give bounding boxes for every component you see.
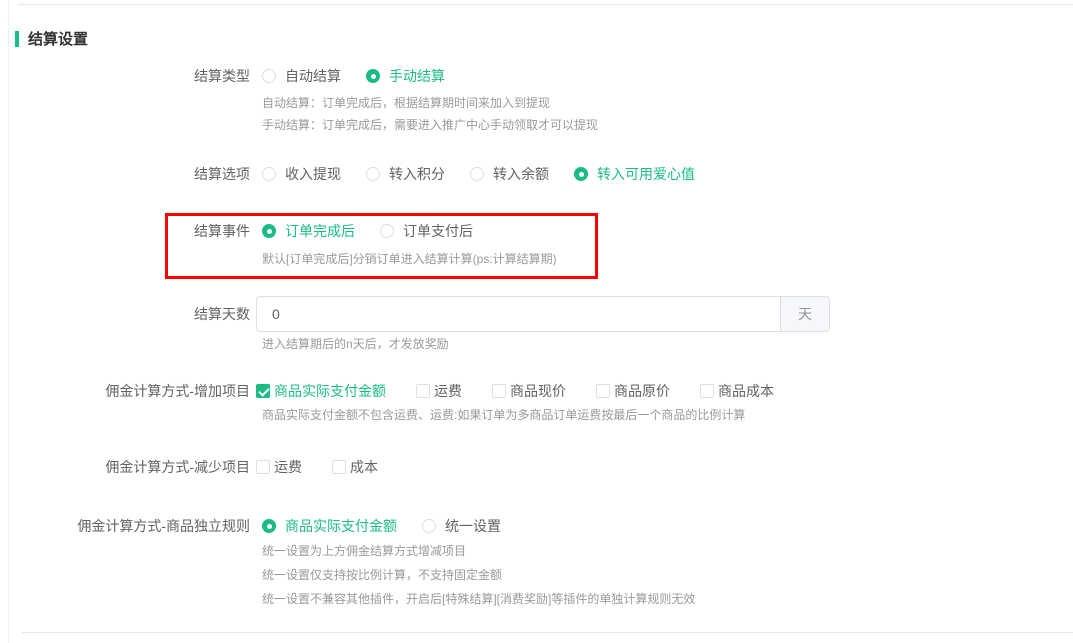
checkbox-minus-shipping-fee[interactable]: 运费: [256, 457, 302, 477]
settle-days-input[interactable]: [256, 296, 780, 332]
commission-product-rule-tips: 统一设置为上方佣金结算方式增减项目 统一设置仅支持按比例计算，不支持固定金额 统…: [262, 539, 695, 611]
days-input-wrapper: 天: [256, 296, 830, 332]
checkbox-unchecked-icon: [492, 384, 506, 398]
tip-line: 统一设置为上方佣金结算方式增减项目: [262, 539, 695, 563]
commission-add-label: 佣金计算方式-增加项目: [0, 381, 250, 401]
checkbox-product-cost[interactable]: 商品成本: [700, 381, 774, 401]
checkbox-shipping-fee-label: 运费: [434, 381, 462, 401]
radio-rule-actual-pay[interactable]: 商品实际支付金额: [262, 516, 397, 536]
radio-unchecked-icon: [366, 167, 380, 181]
checkbox-original-price-label: 商品原价: [614, 381, 670, 401]
radio-income-withdraw[interactable]: 收入提现: [262, 164, 341, 184]
tip-line: 默认[订单完成后]分销订单进入结算计算(ps:计算结算期): [262, 248, 557, 270]
commission-minus-label: 佣金计算方式-减少项目: [0, 457, 250, 477]
settlement-settings-page: 结算设置 结算类型 自动结算 手动结算 自动结算：订单完成后，根据结算期时间来加…: [0, 0, 1073, 643]
form-row-settle-type: 结算类型 自动结算 手动结算: [0, 66, 445, 86]
radio-rule-unified[interactable]: 统一设置: [422, 516, 501, 536]
radio-checked-icon: [262, 224, 276, 238]
tip-line: 商品实际支付金额不包含运费、运费:如果订单为多商品订单运费按最后一个商品的比例计…: [262, 404, 745, 426]
tip-line: 统一设置不兼容其他插件，开启后[特殊结算][消费奖励]等插件的单独计算规则无效: [262, 587, 695, 611]
tip-line: 手动结算：订单完成后，需要进入推广中心手动领取才可以提现: [262, 114, 598, 136]
radio-order-complete-label: 订单完成后: [285, 221, 355, 241]
checkbox-unchecked-icon: [416, 384, 430, 398]
form-row-settle-days: 结算天数 天: [0, 296, 830, 332]
checkbox-current-price-label: 商品现价: [510, 381, 566, 401]
settle-event-tip: 默认[订单完成后]分销订单进入结算计算(ps:计算结算期): [262, 248, 557, 270]
radio-checked-icon: [366, 69, 380, 83]
radio-to-balance-label: 转入余额: [493, 164, 549, 184]
checkbox-unchecked-icon: [332, 460, 346, 474]
radio-to-points-label: 转入积分: [389, 164, 445, 184]
settle-type-radio-group: 自动结算 手动结算: [262, 66, 445, 86]
checkbox-actual-pay-amount[interactable]: 商品实际支付金额: [256, 381, 386, 401]
section-header: 结算设置: [15, 28, 88, 49]
panel-top-border: [18, 4, 1073, 5]
days-unit-append: 天: [780, 296, 830, 332]
radio-checked-icon: [262, 519, 276, 533]
checkbox-checked-icon: [256, 384, 270, 398]
form-row-commission-minus: 佣金计算方式-减少项目 运费 成本: [0, 457, 378, 477]
checkbox-actual-pay-amount-label: 商品实际支付金额: [274, 381, 386, 401]
panel-bottom-border: [22, 632, 1073, 633]
settle-type-label: 结算类型: [0, 66, 250, 86]
commission-product-rule-radio-group: 商品实际支付金额 统一设置: [262, 516, 501, 536]
settle-days-tip: 进入结算期后的n天后，才发放奖励: [262, 333, 449, 355]
radio-to-love-value-label: 转入可用爱心值: [597, 164, 695, 184]
radio-unchecked-icon: [422, 519, 436, 533]
checkbox-minus-shipping-fee-label: 运费: [274, 457, 302, 477]
tip-line: 统一设置仅支持按比例计算，不支持固定金额: [262, 563, 695, 587]
section-title: 结算设置: [28, 28, 88, 49]
settle-type-tips: 自动结算：订单完成后，根据结算期时间来加入到提现 手动结算：订单完成后，需要进入…: [262, 92, 598, 136]
commission-add-tip: 商品实际支付金额不包含运费、运费:如果订单为多商品订单运费按最后一个商品的比例计…: [262, 404, 745, 426]
radio-unchecked-icon: [470, 167, 484, 181]
settle-days-input-group: 天: [256, 296, 830, 332]
settle-days-label: 结算天数: [0, 304, 250, 324]
settle-event-radio-group: 订单完成后 订单支付后: [262, 221, 473, 241]
commission-add-checkbox-group: 商品实际支付金额 运费 商品现价 商品原价 商品成本: [256, 381, 774, 401]
checkbox-minus-cost[interactable]: 成本: [332, 457, 378, 477]
commission-product-rule-label: 佣金计算方式-商品独立规则: [0, 516, 250, 536]
radio-to-balance[interactable]: 转入余额: [470, 164, 549, 184]
section-accent-bar: [15, 31, 19, 47]
form-row-commission-add: 佣金计算方式-增加项目 商品实际支付金额 运费 商品现价 商品原价 商品成本: [0, 381, 774, 401]
settle-option-radio-group: 收入提现 转入积分 转入余额 转入可用爱心值: [262, 164, 695, 184]
settle-option-label: 结算选项: [0, 164, 250, 184]
radio-unchecked-icon: [262, 167, 276, 181]
radio-to-love-value[interactable]: 转入可用爱心值: [574, 164, 695, 184]
tip-line: 自动结算：订单完成后，根据结算期时间来加入到提现: [262, 92, 598, 114]
checkbox-unchecked-icon: [596, 384, 610, 398]
radio-unchecked-icon: [380, 224, 394, 238]
radio-order-complete[interactable]: 订单完成后: [262, 221, 355, 241]
radio-rule-actual-pay-label: 商品实际支付金额: [285, 516, 397, 536]
tip-line: 进入结算期后的n天后，才发放奖励: [262, 333, 449, 355]
radio-auto-settle-label: 自动结算: [285, 66, 341, 86]
radio-order-paid[interactable]: 订单支付后: [380, 221, 473, 241]
form-row-settle-event: 结算事件 订单完成后 订单支付后: [0, 221, 473, 241]
checkbox-unchecked-icon: [700, 384, 714, 398]
checkbox-original-price[interactable]: 商品原价: [596, 381, 670, 401]
form-row-commission-product-rule: 佣金计算方式-商品独立规则 商品实际支付金额 统一设置: [0, 516, 501, 536]
radio-auto-settle[interactable]: 自动结算: [262, 66, 341, 86]
radio-unchecked-icon: [262, 69, 276, 83]
checkbox-product-cost-label: 商品成本: [718, 381, 774, 401]
form-row-settle-option: 结算选项 收入提现 转入积分 转入余额 转入可用爱心值: [0, 164, 695, 184]
radio-manual-settle[interactable]: 手动结算: [366, 66, 445, 86]
settle-event-label: 结算事件: [0, 221, 250, 241]
radio-rule-unified-label: 统一设置: [445, 516, 501, 536]
radio-order-paid-label: 订单支付后: [403, 221, 473, 241]
radio-to-points[interactable]: 转入积分: [366, 164, 445, 184]
checkbox-shipping-fee[interactable]: 运费: [416, 381, 462, 401]
radio-manual-settle-label: 手动结算: [389, 66, 445, 86]
checkbox-unchecked-icon: [256, 460, 270, 474]
commission-minus-checkbox-group: 运费 成本: [256, 457, 378, 477]
radio-checked-icon: [574, 167, 588, 181]
radio-income-withdraw-label: 收入提现: [285, 164, 341, 184]
checkbox-current-price[interactable]: 商品现价: [492, 381, 566, 401]
checkbox-minus-cost-label: 成本: [350, 457, 378, 477]
